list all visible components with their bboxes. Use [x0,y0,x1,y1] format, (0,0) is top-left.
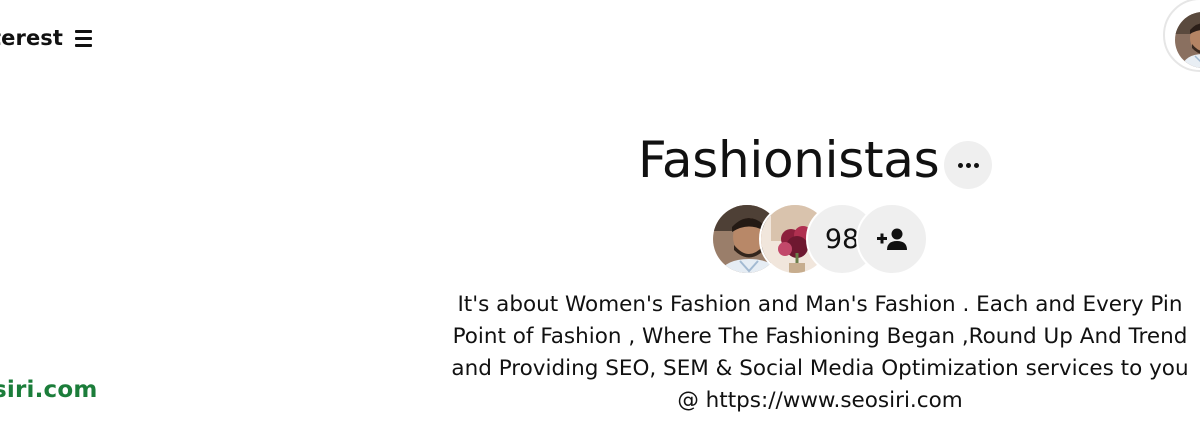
more-options-button[interactable] [944,141,992,189]
description-line: and Providing SEO, SEM & Social Media Op… [451,356,1189,381]
user-avatar-image [1175,12,1200,68]
board-title: Fashionistas [638,131,940,189]
website-link[interactable]: siri.com [0,377,98,403]
description-line: It's about Women's Fashion and Man's Fas… [457,292,1183,317]
user-avatar[interactable] [1163,0,1200,72]
add-person-icon [877,228,907,250]
description-line: @ https://www.seosiri.com [677,388,963,413]
board-description: It's about Women's Fashion and Man's Fas… [440,289,1200,417]
hamburger-menu-icon[interactable] [75,29,93,47]
brand-logo-text[interactable]: terest [0,26,63,50]
description-line: Point of Fashion , Where The Fashioning … [452,324,1188,349]
ellipsis-icon [957,162,979,168]
brand-header: terest [0,24,93,52]
collaborator-count-value: 98 [824,223,860,255]
invite-collaborator-button[interactable] [856,203,928,275]
